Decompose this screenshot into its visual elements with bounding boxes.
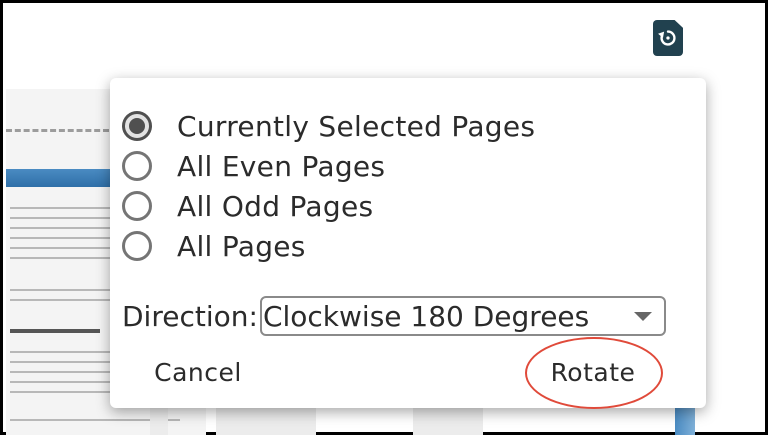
radio-button[interactable]	[122, 191, 152, 221]
direction-row: Direction: Clockwise 180 Degrees	[122, 296, 666, 336]
radio-option-all-pages[interactable]: All Pages	[122, 226, 306, 266]
radio-option-currently-selected[interactable]: Currently Selected Pages	[122, 106, 535, 146]
rotate-document-button[interactable]	[653, 20, 683, 56]
cancel-button[interactable]: Cancel	[138, 348, 258, 396]
rotate-pages-dialog: Currently Selected Pages All Even Pages …	[110, 78, 706, 408]
radio-button[interactable]	[122, 231, 152, 261]
radio-label: All Odd Pages	[177, 189, 374, 223]
direction-label: Direction:	[122, 299, 258, 333]
rotate-document-icon	[658, 30, 676, 46]
radio-button-checked[interactable]	[122, 111, 152, 141]
radio-label: All Pages	[177, 229, 306, 263]
direction-select-value: Clockwise 180 Degrees	[262, 299, 590, 333]
radio-label: Currently Selected Pages	[177, 109, 536, 143]
direction-select[interactable]: Clockwise 180 Degrees	[259, 296, 666, 336]
radio-dot	[129, 118, 145, 134]
radio-label: All Even Pages	[177, 149, 386, 183]
document-heading-line	[10, 329, 100, 333]
chevron-down-icon	[633, 312, 652, 321]
rotate-button[interactable]: Rotate	[528, 348, 658, 396]
radio-option-all-even[interactable]: All Even Pages	[122, 146, 385, 186]
radio-option-all-odd[interactable]: All Odd Pages	[122, 186, 373, 226]
radio-button[interactable]	[122, 151, 152, 181]
